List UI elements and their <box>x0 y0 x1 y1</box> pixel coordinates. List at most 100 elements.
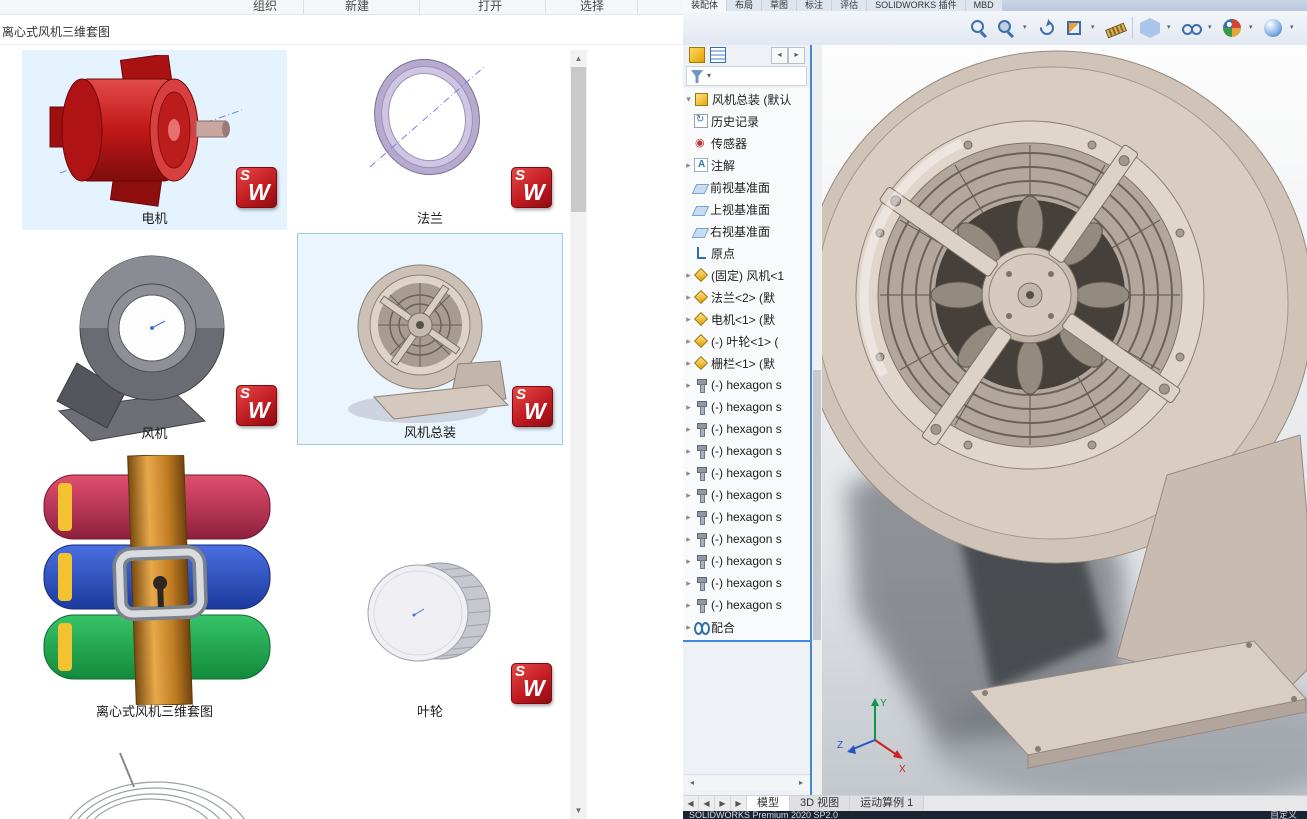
dropdown-caret-icon[interactable]: ▾ <box>1167 18 1174 38</box>
measure-icon[interactable] <box>1105 18 1125 38</box>
tree-item[interactable]: (-) hexagon s <box>683 462 810 484</box>
expand-arrow-icon[interactable] <box>683 424 694 435</box>
tree-item[interactable]: 注解 <box>683 154 810 176</box>
doc-tab-model[interactable]: 模型 <box>747 796 790 812</box>
dropdown-caret-icon[interactable]: ▾ <box>1249 18 1256 38</box>
scroll-down-icon[interactable] <box>570 802 587 819</box>
tree-item[interactable]: (-) hexagon s <box>683 418 810 440</box>
file-item-fan[interactable]: S W 风机 <box>22 233 287 445</box>
expand-arrow-icon[interactable] <box>683 600 694 611</box>
expand-arrow-icon[interactable] <box>683 358 694 369</box>
tree-scroll-left-icon[interactable] <box>685 776 699 789</box>
rotate-view-icon[interactable] <box>1037 18 1057 38</box>
tree-item-root[interactable]: 风机总装 (默认 <box>683 88 810 110</box>
tree-item[interactable]: 原点 <box>683 242 810 264</box>
tab-layout[interactable]: 布局 <box>727 0 763 11</box>
dropdown-caret-icon[interactable]: ▾ <box>1290 18 1297 38</box>
expand-arrow-icon[interactable] <box>683 468 694 479</box>
tree-item[interactable]: 栅栏<1> (默 <box>683 352 810 374</box>
tab-evaluate[interactable]: 评估 <box>832 0 868 11</box>
dropdown-caret-icon[interactable]: ▾ <box>1091 18 1098 38</box>
graphics-viewport[interactable]: Y X Z <box>822 45 1307 795</box>
scrollbar-thumb[interactable] <box>571 67 586 212</box>
tree-item[interactable]: (-) hexagon s <box>683 572 810 594</box>
expand-arrow-icon[interactable] <box>683 94 694 105</box>
panel-scroll-left-icon[interactable] <box>771 47 788 64</box>
title-divider <box>0 44 683 45</box>
tree-item[interactable]: 右视基准面 <box>683 220 810 242</box>
expand-arrow-icon[interactable] <box>683 490 694 501</box>
tab-mbd[interactable]: MBD <box>965 0 1003 11</box>
tree-item[interactable]: (-) hexagon s <box>683 528 810 550</box>
expand-arrow-icon[interactable] <box>683 446 694 457</box>
bolt-icon <box>694 510 708 525</box>
tree-item[interactable]: (-) hexagon s <box>683 594 810 616</box>
badge-letter-w: W <box>523 179 545 205</box>
expand-arrow-icon[interactable] <box>683 292 694 303</box>
tree-item[interactable]: 传感器 <box>683 132 810 154</box>
file-item-fan-assembly[interactable]: S W 风机总装 <box>297 233 563 445</box>
tree-horizontal-scrollbar[interactable] <box>683 774 810 791</box>
tab-annotation[interactable]: 标注 <box>797 0 833 11</box>
expand-arrow-icon[interactable] <box>683 578 694 589</box>
dropdown-caret-icon[interactable]: ▾ <box>1208 18 1215 38</box>
tree-item[interactable]: 电机<1> (默 <box>683 308 810 330</box>
expand-arrow-icon[interactable] <box>683 314 694 325</box>
file-item-flange[interactable]: S W 法兰 <box>297 50 563 230</box>
expand-arrow-icon[interactable] <box>683 160 694 171</box>
expand-arrow-icon[interactable] <box>683 512 694 523</box>
tree-scroll-right-icon[interactable] <box>794 776 808 789</box>
fan-assembly-thumbnail <box>348 264 510 423</box>
expand-arrow-icon[interactable] <box>683 336 694 347</box>
tree-filter-box[interactable]: ▾ <box>686 66 807 86</box>
expand-arrow-icon[interactable] <box>683 270 694 281</box>
doc-tab-3d-views[interactable]: 3D 视图 <box>790 796 851 812</box>
apply-scene-icon[interactable] <box>1264 19 1282 37</box>
file-item-impeller[interactable]: S W 叶轮 <box>297 450 563 723</box>
first-tab-icon[interactable] <box>683 796 699 812</box>
feature-manager-tab-icon[interactable] <box>689 47 705 63</box>
tree-item[interactable]: (-) hexagon s <box>683 440 810 462</box>
previous-tab-icon[interactable] <box>699 796 715 812</box>
file-item-motor[interactable]: S W 电机 <box>22 50 287 230</box>
last-tab-icon[interactable] <box>731 796 747 812</box>
expand-arrow-icon[interactable] <box>683 380 694 391</box>
panel-scroll-right-icon[interactable] <box>788 47 805 64</box>
tree-item[interactable]: 法兰<2> (默 <box>683 286 810 308</box>
display-style-icon[interactable] <box>1140 18 1160 38</box>
tree-item[interactable]: (-) 叶轮<1> ( <box>683 330 810 352</box>
tree-item[interactable]: (-) hexagon s <box>683 374 810 396</box>
expand-arrow-icon[interactable] <box>683 534 694 545</box>
file-item-coil[interactable] <box>22 733 287 819</box>
tree-item[interactable]: (-) hexagon s <box>683 506 810 528</box>
property-manager-tab-icon[interactable] <box>710 47 726 63</box>
tree-item[interactable]: (-) hexagon s <box>683 550 810 572</box>
dropdown-caret-icon[interactable]: ▾ <box>1023 18 1030 38</box>
zoom-to-area-icon[interactable] <box>996 18 1016 38</box>
expand-arrow-icon[interactable] <box>683 622 694 633</box>
hide-show-items-icon[interactable] <box>1181 18 1202 38</box>
file-item-archive[interactable]: 离心式风机三维套图 <box>22 450 287 723</box>
tree-item[interactable]: 配合 <box>683 616 810 638</box>
filter-caret-icon[interactable]: ▾ <box>707 71 711 80</box>
zoom-fit-icon[interactable] <box>969 18 989 38</box>
scroll-up-icon[interactable] <box>570 50 587 67</box>
section-view-icon[interactable] <box>1064 18 1084 38</box>
tree-item[interactable]: (-) hexagon s <box>683 396 810 418</box>
doc-tab-motion-study[interactable]: 运动算例 1 <box>850 796 925 812</box>
tab-sketch[interactable]: 草图 <box>762 0 798 11</box>
expand-arrow-icon[interactable] <box>683 402 694 413</box>
tree-item[interactable]: (-) hexagon s <box>683 484 810 506</box>
tree-item[interactable]: 历史记录 <box>683 110 810 132</box>
status-customize[interactable]: 自定义 <box>1270 811 1297 819</box>
tab-addins[interactable]: SOLIDWORKS 插件 <box>867 0 966 11</box>
tree-scrollbar-thumb[interactable] <box>813 370 821 640</box>
tree-item[interactable]: 前视基准面 <box>683 176 810 198</box>
next-tab-icon[interactable] <box>715 796 731 812</box>
edit-appearance-icon[interactable] <box>1223 19 1241 37</box>
tree-item[interactable]: 上视基准面 <box>683 198 810 220</box>
tree-item[interactable]: (固定) 风机<1 <box>683 264 810 286</box>
expand-arrow-icon[interactable] <box>683 556 694 567</box>
annotations-icon <box>694 158 708 172</box>
tab-assembly[interactable]: 装配体 <box>683 0 728 11</box>
